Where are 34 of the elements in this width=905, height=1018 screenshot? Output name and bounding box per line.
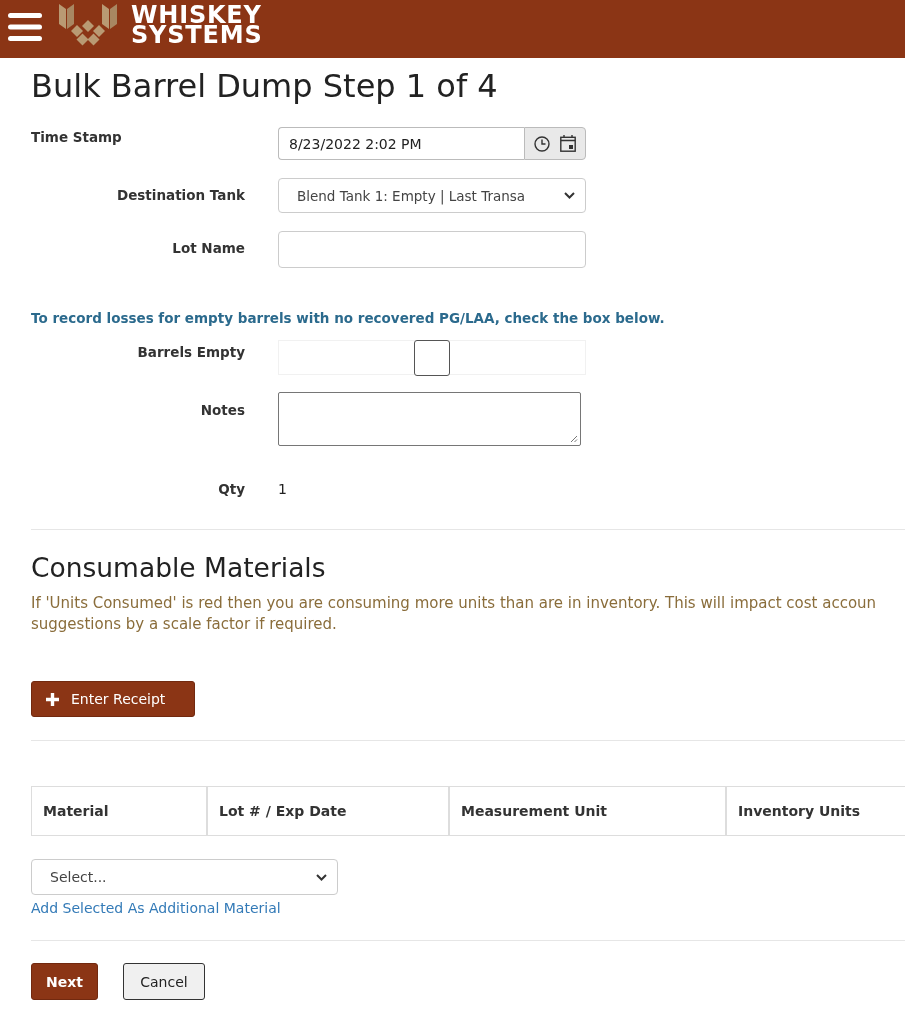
field-label: Time Stamp — [31, 128, 122, 146]
material-select[interactable]: Select... — [31, 859, 338, 895]
caret-icon — [316, 873, 327, 881]
field-label: Lot Name — [172, 239, 245, 257]
field-label: Qty — [218, 480, 245, 498]
brand-name: WHISKEY SYSTEMS — [131, 5, 263, 45]
date-time-field[interactable]: 8/23/2022 2:02 PM — [278, 127, 524, 160]
qty-value: 1 — [278, 480, 287, 498]
caret-icon — [564, 192, 575, 199]
field-label: Barrels Empty — [137, 343, 245, 361]
cancel-button[interactable]: Cancel — [122, 963, 205, 1000]
field-label: Destination Tank — [116, 186, 245, 204]
clock-icon[interactable] — [534, 135, 551, 152]
menu-icon[interactable] — [8, 13, 42, 41]
section-title: Consumable Materials — [31, 553, 326, 583]
resize-grip-icon — [570, 435, 578, 443]
lot-name-field[interactable] — [278, 231, 586, 268]
add-material-link[interactable]: Add Selected As Additional Material — [31, 899, 281, 917]
calendar-icon[interactable] — [559, 135, 576, 152]
notes-field[interactable] — [278, 392, 581, 446]
enter-receipt-button[interactable]: Enter Receipt — [31, 681, 195, 717]
logo-icon — [58, 3, 118, 47]
barrels-empty-checkbox[interactable] — [414, 340, 450, 376]
column-header: Lot # / Exp Date — [208, 786, 450, 836]
next-button[interactable]: Next — [31, 963, 98, 1000]
field-label: Notes — [200, 401, 245, 419]
warning-text: If 'Units Consumed' is red then you are consuming more units than are in inventory. This will impact cost accoun suggestions by a scale factor if required. — [31, 593, 877, 635]
notice-text: To record losses for empty barrels with no recovered PG/LAA, check the box below. — [31, 309, 665, 328]
page-title: Bulk Barrel Dump Step 1 of 4 — [31, 66, 498, 106]
column-header: Inventory Units — [727, 786, 905, 836]
column-header: Material — [31, 786, 208, 836]
plus-icon — [46, 692, 59, 706]
tank-select[interactable]: Blend Tank 1: Empty | Last Transa — [278, 178, 586, 213]
column-header: Measurement Unit — [450, 786, 727, 836]
